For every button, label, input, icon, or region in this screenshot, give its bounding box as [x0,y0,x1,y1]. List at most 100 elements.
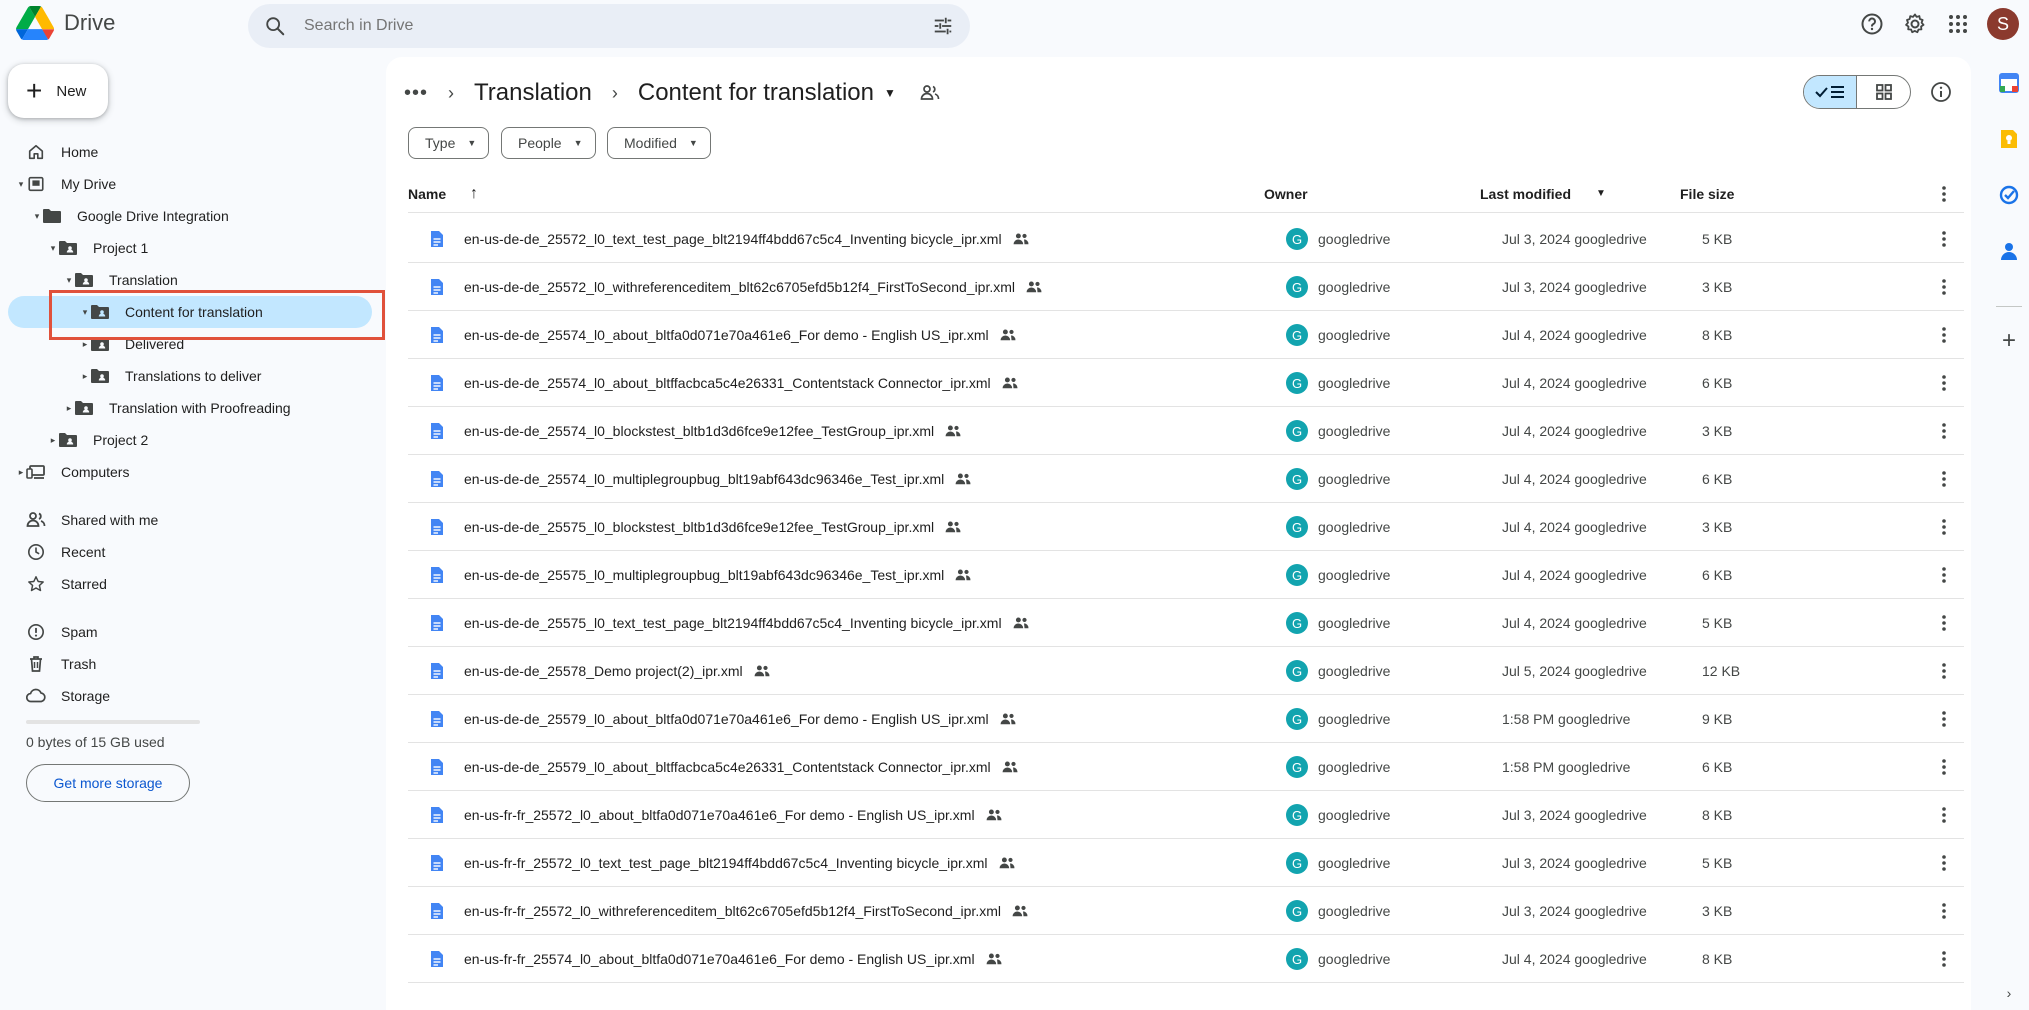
row-more-actions-button[interactable] [1932,323,1956,347]
file-name-cell[interactable]: en-us-de-de_25575_l0_multiplegroupbug_bl… [464,551,972,599]
table-row[interactable]: en-us-de-de_25578_Demo project(2)_ipr.xm… [408,647,1964,695]
file-name-cell[interactable]: en-us-de-de_25579_l0_about_bltffacbca5c4… [464,743,1019,791]
sidebar-item-translations-to-deliver[interactable]: ▸ Translations to deliver [80,360,262,392]
grid-view-button[interactable] [1857,76,1910,108]
breadcrumb-more-icon[interactable]: ••• [404,82,428,105]
table-row[interactable]: en-us-fr-fr_25572_l0_about_bltfa0d071e70… [408,791,1964,839]
column-options-button[interactable] [1932,182,1956,206]
row-more-actions-button[interactable] [1932,611,1956,635]
table-row[interactable]: en-us-de-de_25575_l0_blockstest_bltb1d3d… [408,503,1964,551]
table-row[interactable]: en-us-de-de_25575_l0_text_test_page_blt2… [408,599,1964,647]
list-view-button[interactable] [1804,76,1858,108]
sort-ascending-icon[interactable]: ↑ [470,175,478,213]
expand-arrow-icon[interactable]: ▸ [80,339,90,349]
table-row[interactable]: en-us-de-de_25575_l0_multiplegroupbug_bl… [408,551,1964,599]
tasks-app-button[interactable] [1998,184,2020,206]
column-header-name[interactable]: Name [408,175,446,213]
row-more-actions-button[interactable] [1932,755,1956,779]
sidebar-item-google-drive-integration[interactable]: ▾ Google Drive Integration [32,200,229,232]
sidebar-item-storage[interactable]: Storage [26,680,110,712]
sidebar-item-home[interactable]: Home [26,136,98,168]
table-row[interactable]: en-us-fr-fr_25574_l0_about_bltfa0d071e70… [408,935,1964,983]
add-app-button[interactable]: + [1998,327,2020,354]
table-row[interactable]: en-us-de-de_25579_l0_about_bltfa0d071e70… [408,695,1964,743]
type-filter-chip[interactable]: Type ▼ [408,127,490,159]
file-name-cell[interactable]: en-us-de-de_25579_l0_about_bltfa0d071e70… [464,695,1017,743]
sidebar-item-starred[interactable]: Starred [26,568,107,600]
table-row[interactable]: en-us-de-de_25574_l0_multiplegroupbug_bl… [408,455,1964,503]
file-name-cell[interactable]: en-us-de-de_25575_l0_text_test_page_blt2… [464,599,1030,647]
file-name-cell[interactable]: en-us-fr-fr_25572_l0_text_test_page_blt2… [464,839,1016,887]
breadcrumb-parent[interactable]: Translation [474,79,592,107]
table-row[interactable]: en-us-fr-fr_25572_l0_withreferenceditem_… [408,887,1964,935]
row-more-actions-button[interactable] [1932,851,1956,875]
file-name-cell[interactable]: en-us-fr-fr_25572_l0_withreferenceditem_… [464,887,1029,935]
sort-descending-caret-icon[interactable]: ▼ [1596,175,1606,213]
sidebar-item-computers[interactable]: ▸ Computers [16,456,130,488]
chevron-down-icon[interactable]: ▼ [884,86,896,100]
collapse-arrow-icon[interactable]: ▾ [64,275,74,285]
sidebar-item-shared-with-me[interactable]: Shared with me [26,504,158,536]
calendar-app-button[interactable] [1998,72,2020,94]
sidebar-item-translation-with-proofreading[interactable]: ▸ Translation with Proofreading [64,392,291,424]
file-name-cell[interactable]: en-us-de-de_25574_l0_about_bltfa0d071e70… [464,311,1017,359]
row-more-actions-button[interactable] [1932,563,1956,587]
info-icon[interactable] [1930,81,1952,103]
expand-arrow-icon[interactable]: ▸ [80,371,90,381]
apps-button[interactable] [1942,8,1974,40]
sidebar-item-project-1[interactable]: ▾ Project 1 [48,232,149,264]
file-name-cell[interactable]: en-us-de-de_25578_Demo project(2)_ipr.xm… [464,647,771,695]
sidebar-item-spam[interactable]: Spam [26,616,98,648]
expand-arrow-icon[interactable]: ▸ [16,467,26,477]
file-name-cell[interactable]: en-us-de-de_25574_l0_about_bltffacbca5c4… [464,359,1019,407]
row-more-actions-button[interactable] [1932,467,1956,491]
row-more-actions-button[interactable] [1932,227,1956,251]
modified-filter-chip[interactable]: Modified ▼ [607,127,711,159]
collapse-arrow-icon[interactable]: ▾ [48,243,58,253]
column-header-last-modified[interactable]: Last modified [1480,175,1571,213]
file-name-cell[interactable]: en-us-fr-fr_25572_l0_about_bltfa0d071e70… [464,791,1003,839]
row-more-actions-button[interactable] [1932,275,1956,299]
collapse-side-panel-button[interactable]: › [1998,982,2020,1004]
file-name-cell[interactable]: en-us-de-de_25575_l0_blockstest_bltb1d3d… [464,503,962,551]
sidebar-item-my-drive[interactable]: ▾ My Drive [16,168,117,200]
drive-logo[interactable]: Drive [16,6,115,40]
row-more-actions-button[interactable] [1932,515,1956,539]
search-input[interactable] [304,4,864,48]
contacts-app-button[interactable] [1998,240,2020,262]
file-name-cell[interactable]: en-us-de-de_25572_l0_withreferenceditem_… [464,263,1043,311]
sidebar-item-project-2[interactable]: ▸ Project 2 [48,424,149,456]
row-more-actions-button[interactable] [1932,947,1956,971]
table-row[interactable]: en-us-de-de_25574_l0_blockstest_bltb1d3d… [408,407,1964,455]
column-header-file-size[interactable]: File size [1680,175,1734,213]
row-more-actions-button[interactable] [1932,803,1956,827]
table-row[interactable]: en-us-de-de_25572_l0_text_test_page_blt2… [408,215,1964,263]
search-icon[interactable] [264,15,286,37]
file-name-cell[interactable]: en-us-de-de_25574_l0_multiplegroupbug_bl… [464,455,972,503]
collapse-arrow-icon[interactable]: ▾ [32,211,42,221]
search-bar[interactable] [248,4,970,48]
breadcrumb-current[interactable]: Content for translation [638,79,874,107]
row-more-actions-button[interactable] [1932,371,1956,395]
file-name-cell[interactable]: en-us-fr-fr_25574_l0_about_bltfa0d071e70… [464,935,1003,983]
table-row[interactable]: en-us-de-de_25574_l0_about_bltffacbca5c4… [408,359,1964,407]
row-more-actions-button[interactable] [1932,899,1956,923]
row-more-actions-button[interactable] [1932,707,1956,731]
collapse-arrow-icon[interactable]: ▾ [16,179,26,189]
table-row[interactable]: en-us-de-de_25574_l0_about_bltfa0d071e70… [408,311,1964,359]
expand-arrow-icon[interactable]: ▸ [48,435,58,445]
table-row[interactable]: en-us-de-de_25579_l0_about_bltffacbca5c4… [408,743,1964,791]
row-more-actions-button[interactable] [1932,659,1956,683]
account-avatar[interactable]: S [1987,8,2019,40]
people-filter-chip[interactable]: People ▼ [501,127,596,159]
shared-people-icon[interactable] [920,83,940,103]
keep-app-button[interactable] [1998,128,2020,150]
expand-arrow-icon[interactable]: ▸ [64,403,74,413]
table-row[interactable]: en-us-de-de_25572_l0_withreferenceditem_… [408,263,1964,311]
file-name-cell[interactable]: en-us-de-de_25572_l0_text_test_page_blt2… [464,215,1030,263]
new-button[interactable]: + New [8,64,108,118]
sidebar-item-recent[interactable]: Recent [26,536,105,568]
row-more-actions-button[interactable] [1932,419,1956,443]
get-more-storage-button[interactable]: Get more storage [26,764,190,802]
search-options-icon[interactable] [932,15,954,37]
